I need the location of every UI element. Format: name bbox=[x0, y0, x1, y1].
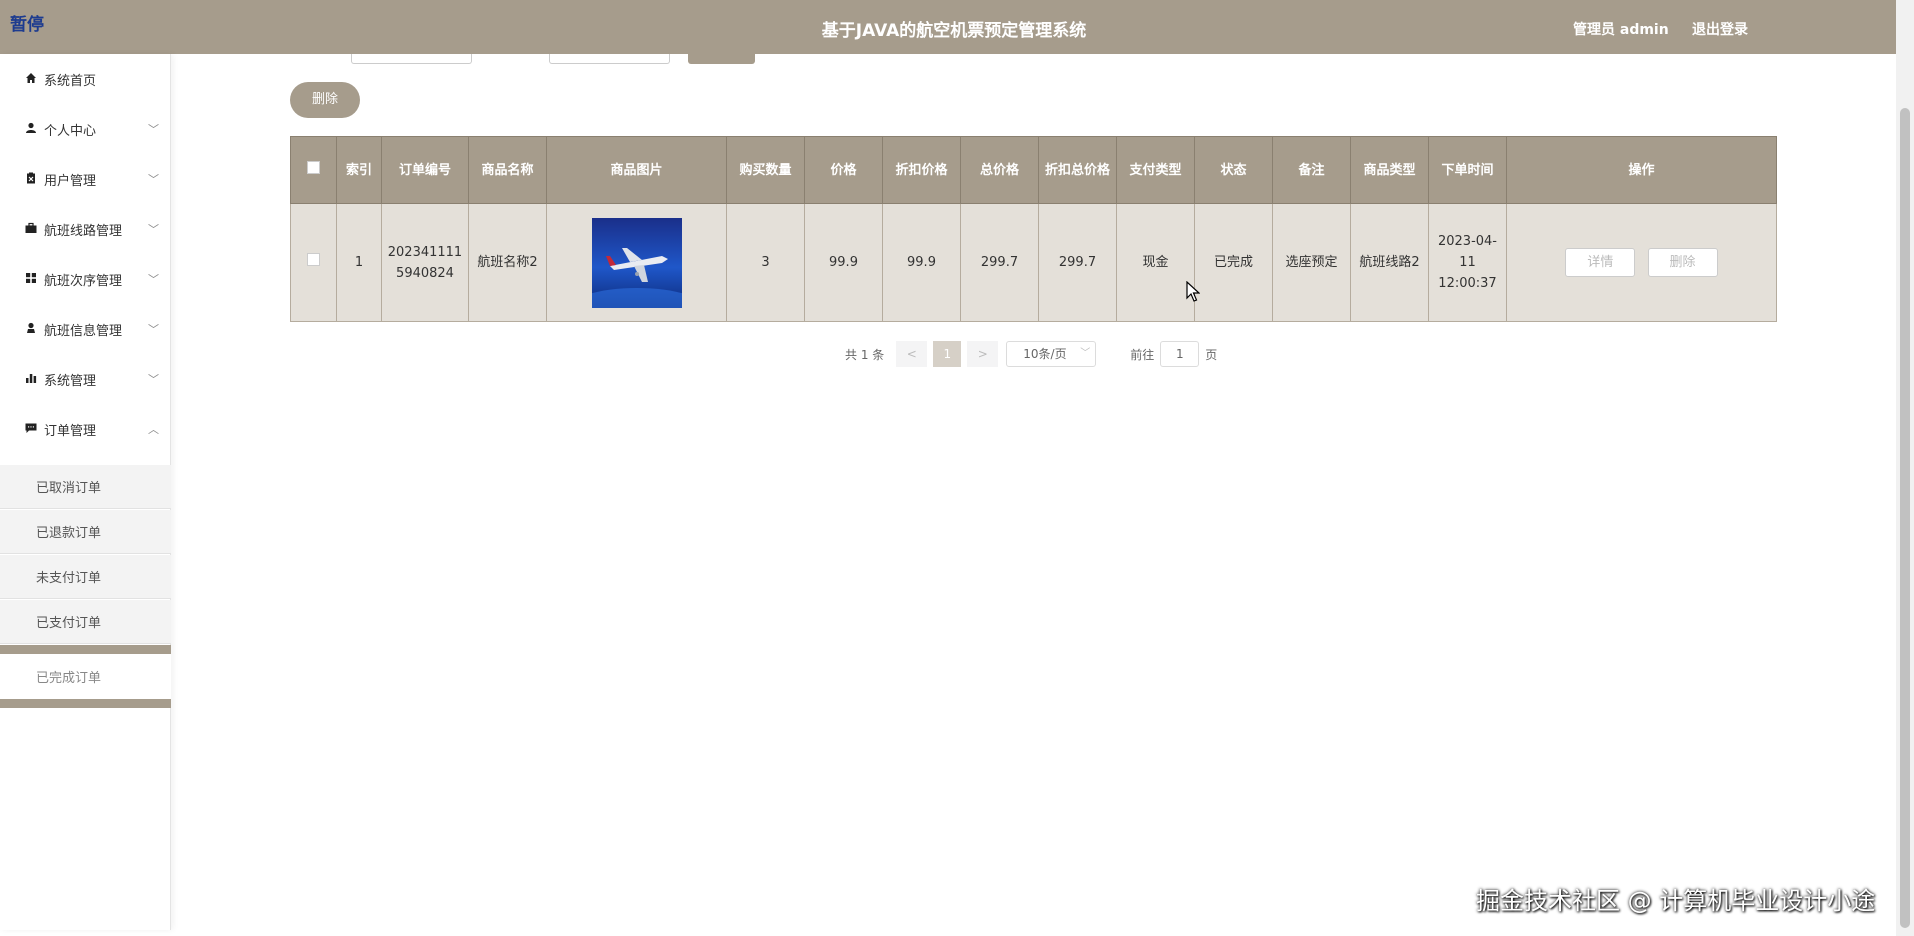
sidebar-item-home[interactable]: 系统首页 bbox=[0, 54, 171, 104]
detail-button[interactable]: 详情 bbox=[1565, 248, 1636, 277]
scrollbar-thumb[interactable] bbox=[1900, 108, 1910, 928]
column-header: 商品图片 bbox=[546, 136, 727, 204]
sidebar-subitem-cancelled-orders[interactable]: 已取消订单 bbox=[0, 465, 171, 509]
column-header: 支付类型 bbox=[1116, 136, 1195, 204]
table-row: 1 2023411115940824 航班名称2 3 99.9 99.9 299… bbox=[290, 203, 1777, 322]
cell-discount-price: 99.9 bbox=[882, 203, 961, 322]
grid-icon bbox=[24, 272, 38, 287]
airplane-image bbox=[591, 217, 682, 308]
column-header: 购买数量 bbox=[726, 136, 805, 204]
watermark: 掘金技术社区 @ 计算机毕业设计小途 bbox=[1476, 887, 1876, 915]
bar-chart-icon bbox=[24, 372, 38, 387]
sidebar-subitem-completed-orders[interactable]: 已完成订单 bbox=[0, 645, 171, 708]
sidebar-item-label: 系统管理 bbox=[44, 373, 97, 389]
sidebar-item-label: 航班线路管理 bbox=[44, 223, 123, 239]
chevron-down-icon: ﹀ bbox=[148, 273, 159, 286]
user-icon bbox=[24, 322, 38, 337]
vertical-scrollbar[interactable] bbox=[1896, 0, 1914, 936]
mouse-cursor-icon bbox=[1186, 281, 1200, 302]
cell-status: 已完成 bbox=[1194, 203, 1273, 322]
briefcase-icon bbox=[24, 222, 38, 237]
top-bar: 暂停 基于JAVA的航空机票预定管理系统 管理员 admin 退出登录 bbox=[0, 0, 1896, 54]
cell-pay-type: 现金 bbox=[1116, 203, 1195, 322]
row-delete-button[interactable]: 删除 bbox=[1647, 248, 1718, 277]
column-header: 状态 bbox=[1194, 136, 1273, 204]
cell-product-type: 航班线路2 bbox=[1350, 203, 1429, 322]
sidebar-item-label: 系统首页 bbox=[44, 73, 97, 89]
cell-actions: 详情 删除 bbox=[1506, 203, 1777, 322]
sidebar-item-label: 个人中心 bbox=[44, 123, 97, 139]
cell-product-name: 航班名称2 bbox=[468, 203, 547, 322]
select-all-checkbox[interactable] bbox=[307, 160, 320, 174]
goto-label: 前往 bbox=[1130, 347, 1155, 362]
clipboard-icon bbox=[24, 172, 38, 187]
goto-suffix: 页 bbox=[1205, 347, 1218, 362]
sidebar-item-order-management[interactable]: 订单管理 ︿ bbox=[0, 404, 171, 454]
pagination: 共 1 条 < 1 > 10条/页 ﹀ 前往 1 页 bbox=[845, 341, 1217, 367]
column-header: 折扣总价格 bbox=[1038, 136, 1117, 204]
cell-remark: 选座预定 bbox=[1272, 203, 1351, 322]
goto-page-input[interactable]: 1 bbox=[1160, 341, 1200, 367]
column-header: 下单时间 bbox=[1428, 136, 1507, 204]
column-header: 索引 bbox=[336, 136, 382, 204]
page-number-button[interactable]: 1 bbox=[933, 341, 962, 367]
column-header: 折扣价格 bbox=[882, 136, 961, 204]
cell-price: 99.9 bbox=[804, 203, 883, 322]
next-page-button[interactable]: > bbox=[967, 341, 999, 367]
column-header: 价格 bbox=[804, 136, 883, 204]
cell-quantity: 3 bbox=[726, 203, 805, 322]
chevron-down-icon: ﹀ bbox=[1080, 348, 1091, 359]
chevron-down-icon: ﹀ bbox=[148, 223, 159, 236]
person-icon bbox=[24, 122, 38, 137]
home-icon bbox=[24, 72, 38, 87]
prev-page-button[interactable]: < bbox=[896, 341, 928, 367]
message-icon bbox=[24, 422, 38, 437]
sidebar-subitem-unpaid-orders[interactable]: 未支付订单 bbox=[0, 555, 171, 599]
column-header: 商品名称 bbox=[468, 136, 547, 204]
page-size-value: 10条/页 bbox=[1023, 347, 1067, 361]
column-header: 订单编号 bbox=[381, 136, 469, 204]
chevron-down-icon: ﹀ bbox=[148, 123, 159, 136]
page-size-select[interactable]: 10条/页 ﹀ bbox=[1006, 341, 1097, 367]
column-header: 备注 bbox=[1272, 136, 1351, 204]
sidebar-item-route-management[interactable]: 航班线路管理 ﹀ bbox=[0, 204, 171, 254]
sidebar-item-flight-info-management[interactable]: 航班信息管理 ﹀ bbox=[0, 304, 171, 354]
sidebar-item-label: 用户管理 bbox=[44, 173, 97, 189]
batch-delete-button[interactable]: 删除 bbox=[290, 82, 360, 118]
column-header: 操作 bbox=[1506, 136, 1777, 204]
cell-order-no: 2023411115940824 bbox=[381, 203, 469, 322]
cell-product-image bbox=[546, 203, 727, 322]
column-header: 总价格 bbox=[960, 136, 1039, 204]
cell-discount-total: 299.7 bbox=[1038, 203, 1117, 322]
chevron-down-icon: ﹀ bbox=[148, 173, 159, 186]
table-header-row: 索引 订单编号 商品名称 商品图片 购买数量 价格 折扣价格 总价格 折扣总价格… bbox=[290, 136, 1777, 204]
column-header: 商品类型 bbox=[1350, 136, 1429, 204]
search-input-1[interactable] bbox=[351, 54, 472, 64]
sidebar-item-schedule-management[interactable]: 航班次序管理 ﹀ bbox=[0, 254, 171, 304]
row-checkbox[interactable] bbox=[307, 253, 320, 266]
search-button[interactable] bbox=[688, 54, 755, 64]
cell-index: 1 bbox=[336, 203, 382, 322]
current-user: 管理员 admin bbox=[1573, 22, 1669, 38]
chevron-up-icon: ︿ bbox=[148, 423, 159, 436]
search-input-2[interactable] bbox=[549, 54, 670, 64]
orders-table: 索引 订单编号 商品名称 商品图片 购买数量 价格 折扣价格 总价格 折扣总价格… bbox=[290, 136, 1777, 322]
sidebar-item-label: 航班次序管理 bbox=[44, 273, 123, 289]
logout-link[interactable]: 退出登录 bbox=[1692, 19, 1748, 39]
sidebar-item-system-management[interactable]: 系统管理 ﹀ bbox=[0, 354, 171, 404]
sidebar-subitem-paid-orders[interactable]: 已支付订单 bbox=[0, 600, 171, 644]
sidebar-item-user-management[interactable]: 用户管理 ﹀ bbox=[0, 154, 171, 204]
select-all-header[interactable] bbox=[290, 136, 337, 204]
row-select-cell[interactable] bbox=[290, 203, 337, 322]
chevron-down-icon: ﹀ bbox=[148, 373, 159, 386]
pagination-total: 共 1 条 bbox=[845, 347, 885, 362]
sidebar-subitem-refunded-orders[interactable]: 已退款订单 bbox=[0, 510, 171, 554]
sidebar-item-label: 航班信息管理 bbox=[44, 323, 123, 339]
chevron-down-icon: ﹀ bbox=[148, 323, 159, 336]
sidebar-item-label: 订单管理 bbox=[44, 423, 97, 439]
sidebar-item-personal-center[interactable]: 个人中心 ﹀ bbox=[0, 104, 171, 154]
cell-total-price: 299.7 bbox=[960, 203, 1039, 322]
sidebar: 系统首页 个人中心 ﹀ 用户管理 ﹀ 航班线路管理 ﹀ 航班次序管理 ﹀ 航班信… bbox=[0, 54, 171, 930]
cell-order-time: 2023-04-11 12:00:37 bbox=[1428, 203, 1507, 322]
